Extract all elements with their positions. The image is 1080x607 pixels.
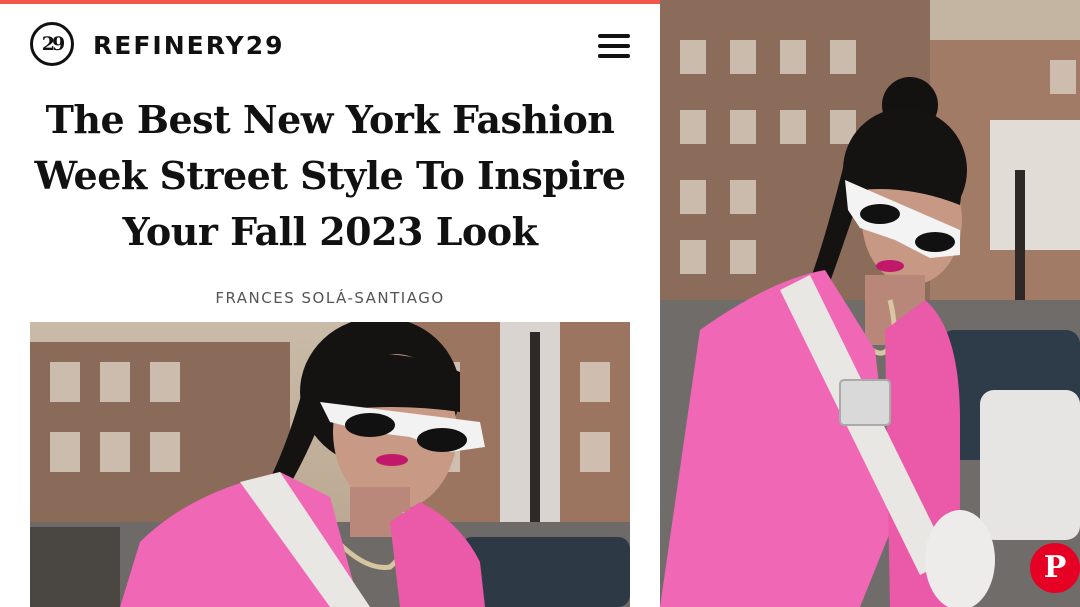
author-byline[interactable]: FRANCES SOLÁ-SANTIAGO [0, 289, 660, 307]
article-panel: 29 REFINERY29 The Best New York Fashion … [0, 0, 660, 607]
headline-line-1: The Best New York Fashion [45, 97, 615, 142]
site-logo[interactable]: REFINERY29 [93, 31, 284, 60]
headline-line-3: Your Fall 2023 Look [122, 209, 538, 254]
headline-line-2: Week Street Style To Inspire [34, 153, 626, 198]
logo-badge-icon[interactable]: 29 [30, 22, 74, 66]
article-headline: The Best New York Fashion Week Street St… [30, 92, 630, 260]
pinterest-save-button[interactable]: P [1030, 543, 1080, 593]
pinterest-icon: P [1043, 550, 1067, 585]
hamburger-menu-icon[interactable] [598, 34, 630, 58]
side-photo [660, 0, 1080, 607]
site-header: 29 REFINERY29 [0, 4, 660, 84]
hero-image [30, 322, 630, 607]
